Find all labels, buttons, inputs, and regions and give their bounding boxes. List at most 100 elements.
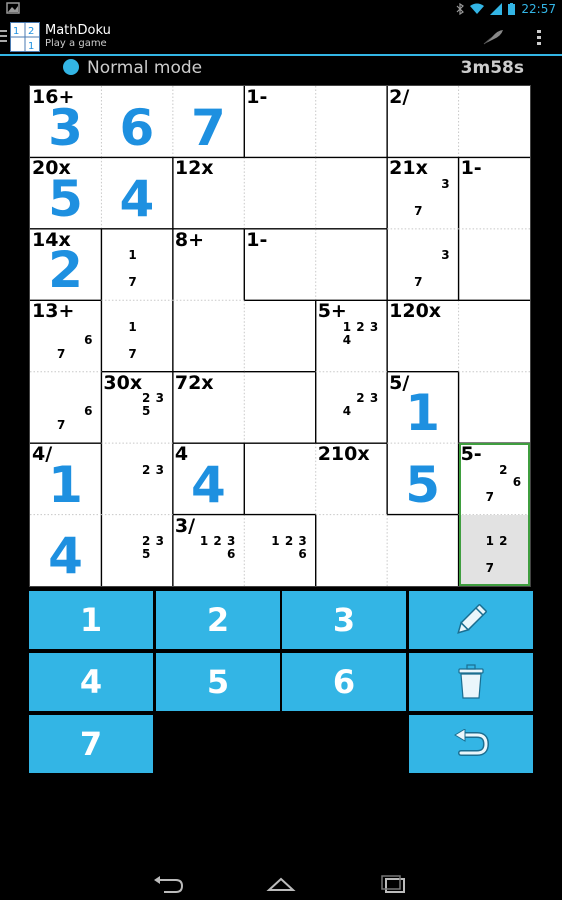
app-logo-icon[interactable]: 1 2 1: [10, 22, 40, 52]
home-icon[interactable]: [263, 874, 299, 896]
grid-cell[interactable]: 13+ 6 7: [30, 300, 101, 371]
grid-cell[interactable]: 67: [30, 372, 101, 443]
recent-apps-icon[interactable]: [376, 874, 412, 896]
grid-cell[interactable]: 4: [101, 157, 172, 228]
grid-cell[interactable]: 17: [101, 300, 172, 371]
status-bar: 22:57: [0, 0, 562, 18]
grid-cell[interactable]: [244, 300, 315, 371]
cell-value: 4: [48, 527, 83, 586]
grid-cell[interactable]: 235: [101, 515, 172, 586]
cage-clue: 72x: [174, 371, 214, 394]
app-title: MathDoku: [45, 23, 111, 38]
logo-digit: 2: [28, 26, 34, 37]
grid-cell[interactable]: 210x: [316, 443, 387, 514]
cell-value: 7: [190, 98, 226, 157]
pencil-mark: 2: [356, 391, 365, 406]
grid-cell[interactable]: [244, 372, 315, 443]
drawer-menu-icon[interactable]: [0, 27, 8, 45]
pencil-mark: 1: [271, 533, 280, 548]
digit-3-button[interactable]: 3: [282, 591, 406, 649]
grid-cell[interactable]: [459, 229, 530, 300]
pencil-mark: 2: [141, 462, 151, 477]
grid-cell[interactable]: [316, 515, 387, 586]
overflow-menu-button[interactable]: [524, 22, 554, 52]
grid-cell[interactable]: 6: [101, 86, 172, 157]
grid-cell[interactable]: [316, 86, 387, 157]
grid-cell[interactable]: 5: [387, 443, 458, 514]
grid-cell[interactable]: 72x: [173, 372, 244, 443]
digit-6-button[interactable]: 6: [282, 653, 406, 711]
grid-cell[interactable]: 12x: [173, 157, 244, 228]
digit-4-button[interactable]: 4: [29, 653, 153, 711]
app-subtitle: Play a game: [45, 38, 107, 49]
back-icon[interactable]: [150, 874, 186, 896]
signal-icon: [490, 3, 503, 15]
grid-cell[interactable]: 4: [30, 515, 101, 586]
digit-7-button[interactable]: 7: [29, 715, 153, 773]
cage-clue: 13+: [32, 300, 75, 323]
grid-cell[interactable]: [459, 372, 530, 443]
pencil-mark: 3: [155, 391, 164, 406]
grid-cell[interactable]: [459, 300, 530, 371]
grid-cell[interactable]: [316, 157, 387, 228]
grid-cell[interactable]: [387, 515, 458, 586]
undo-button[interactable]: [409, 715, 533, 773]
hint-button[interactable]: [478, 22, 508, 52]
grid-cell[interactable]: 30x 2 3 5: [101, 372, 172, 443]
grid-cell[interactable]: [173, 300, 244, 371]
grid-cell[interactable]: 5 20x: [30, 157, 101, 228]
grid-cell[interactable]: 1 5/: [387, 372, 458, 443]
cage-clue: 20x: [32, 157, 71, 180]
pencil-mark: 4: [342, 332, 352, 347]
grid-cell[interactable]: 3/1 2 3 6: [173, 515, 244, 586]
pencil-mark: 1: [342, 319, 352, 334]
pencil-mark: 7: [414, 203, 423, 218]
grid-cell[interactable]: 120x: [387, 300, 458, 371]
grid-cell[interactable]: 1 4/: [30, 443, 101, 514]
cage-clue: 16+: [32, 86, 75, 108]
pencil-mark: 3: [441, 248, 450, 263]
pencil-mark: 3: [155, 462, 164, 477]
trash-icon: [458, 664, 484, 699]
pencil-mark: 3: [298, 533, 307, 548]
clear-cell-button[interactable]: [409, 653, 533, 711]
grid-cell[interactable]: 23: [101, 443, 172, 514]
digit-5-button[interactable]: 5: [156, 653, 280, 711]
grid-cell[interactable]: 7: [173, 86, 244, 157]
grid-cell[interactable]: 21x 3 7: [387, 157, 458, 228]
grid-cell[interactable]: [459, 86, 530, 157]
grid-cell[interactable]: 37: [387, 229, 458, 300]
puzzle-grid: 3 16+ 6 7 1- 2/5 20x 4 12x 21x 3 7 1- 2 14x 1 7 8+ 1- 3 7 13+…: [29, 85, 531, 587]
cage-clue: 1-: [460, 157, 482, 180]
grid-cell[interactable]: [244, 157, 315, 228]
grid-cell[interactable]: 1-: [244, 229, 315, 300]
grid-cell[interactable]: 8+: [173, 229, 244, 300]
pencil-mark: 2: [356, 319, 365, 334]
grid-cell[interactable]: 17: [101, 229, 172, 300]
grid-cell[interactable]: [244, 443, 315, 514]
cage-clue: 1-: [246, 86, 268, 108]
logo-digit: 1: [13, 26, 19, 37]
grid-cell[interactable]: 5+ 1 2 3 4: [316, 300, 387, 371]
cage-clue: 14x: [32, 228, 71, 251]
pencil-icon: [457, 604, 487, 634]
grid-cell[interactable]: 44: [173, 443, 244, 514]
input-keypad: 1 2 3 4 5 6 7: [29, 591, 533, 773]
pencil-mark: 2: [141, 391, 151, 406]
grid-cell[interactable]: 2/: [387, 86, 458, 157]
pencil-mark: 1: [128, 319, 137, 334]
grid-cell[interactable]: 2 14x: [30, 229, 101, 300]
pencil-mode-button[interactable]: [409, 591, 533, 649]
digit-2-button[interactable]: 2: [156, 591, 280, 649]
pencil-mark: 7: [128, 275, 137, 290]
grid-cell[interactable]: 3 16+: [30, 86, 101, 157]
grid-cell[interactable]: 1236: [244, 515, 315, 586]
elapsed-timer: 3m58s: [460, 58, 524, 78]
grid-cell[interactable]: 23 4: [316, 372, 387, 443]
grid-cell[interactable]: 1-: [244, 86, 315, 157]
grid-cell[interactable]: [316, 229, 387, 300]
cell-value: 5: [405, 455, 441, 514]
grid-cell[interactable]: 1-: [459, 157, 530, 228]
digit-1-button[interactable]: 1: [29, 591, 153, 649]
cage-clue: 2/: [389, 86, 410, 108]
